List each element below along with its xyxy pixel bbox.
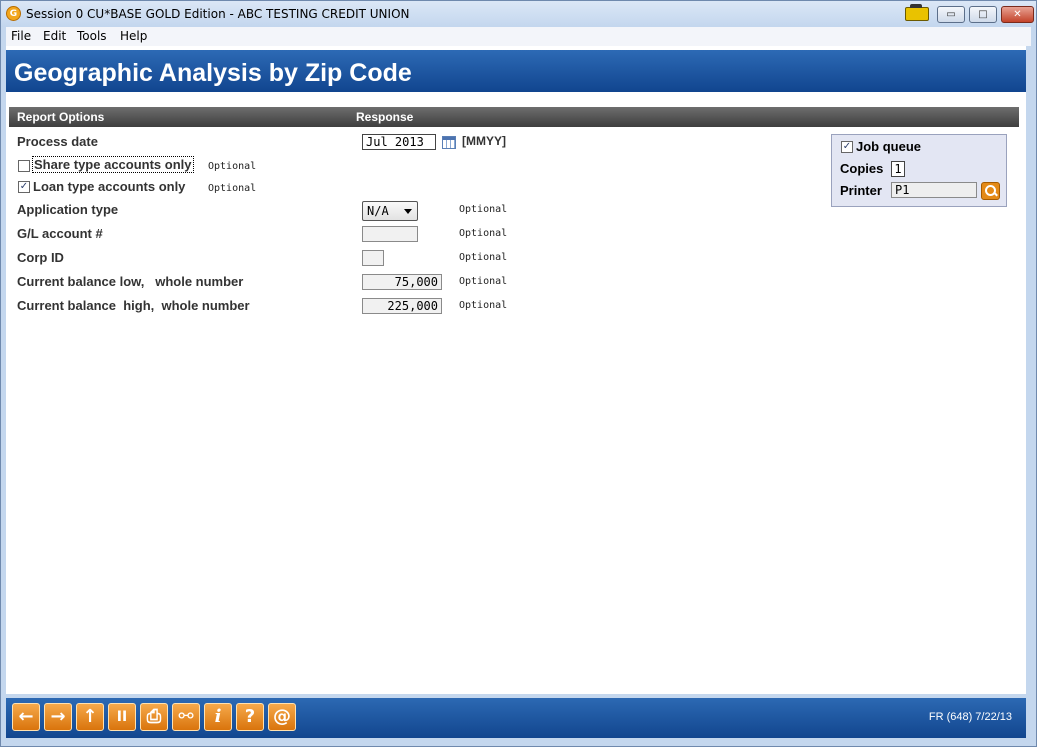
forward-arrow-icon[interactable]: → bbox=[44, 703, 72, 731]
status-text: FR (648) 7/22/13 bbox=[928, 711, 1012, 723]
balance-high-input[interactable]: 225,000 bbox=[362, 298, 442, 314]
loan-only-optional: Optional bbox=[208, 183, 257, 194]
loan-only-checkbox[interactable]: ✓ bbox=[18, 181, 30, 193]
corp-id-label: Corp ID bbox=[17, 250, 64, 265]
close-button[interactable]: ✕ bbox=[1001, 6, 1034, 23]
application-window: G Session 0 CU*BASE GOLD Edition - ABC T… bbox=[0, 0, 1037, 747]
loan-only-label[interactable]: Loan type accounts only bbox=[33, 179, 185, 194]
minimize-button[interactable]: ▭ bbox=[937, 6, 965, 23]
balance-high-optional: Optional bbox=[459, 300, 508, 311]
share-only-checkbox[interactable] bbox=[18, 160, 30, 172]
balance-low-label: Current balance low, whole number bbox=[17, 274, 244, 289]
process-date-input[interactable]: Jul 2013 bbox=[362, 134, 436, 150]
link-icon[interactable]: ⚯ bbox=[172, 703, 200, 731]
application-type-optional: Optional bbox=[459, 204, 508, 215]
pause-icon[interactable]: II bbox=[108, 703, 136, 731]
gl-account-input[interactable] bbox=[362, 226, 418, 242]
job-queue-label[interactable]: Job queue bbox=[856, 139, 921, 154]
back-arrow-icon[interactable]: ← bbox=[12, 703, 40, 731]
process-date-label: Process date bbox=[17, 134, 98, 149]
share-only-label[interactable]: Share type accounts only bbox=[32, 156, 194, 173]
printer-label: Printer bbox=[840, 183, 882, 198]
date-format-hint: [MMYY] bbox=[462, 134, 506, 148]
job-options-panel: ✓ Job queue Copies 1 Printer P1 bbox=[831, 134, 1007, 207]
corp-id-optional: Optional bbox=[459, 252, 508, 263]
menu-bar: File Edit Tools Help bbox=[6, 27, 1031, 46]
menu-edit[interactable]: Edit bbox=[43, 29, 66, 43]
copies-label: Copies bbox=[840, 161, 884, 176]
copies-input[interactable]: 1 bbox=[891, 161, 905, 177]
footer-toolbar: ← → ↑ II ⎙ ⚯ i ? @ FR (648) 7/22/13 bbox=[6, 698, 1026, 738]
print-icon[interactable]: ⎙ bbox=[140, 703, 168, 731]
printer-input[interactable]: P1 bbox=[891, 182, 977, 198]
application-type-select[interactable]: N/A bbox=[362, 201, 418, 221]
printer-status-icon[interactable] bbox=[905, 4, 929, 21]
up-arrow-icon[interactable]: ↑ bbox=[76, 703, 104, 731]
balance-low-optional: Optional bbox=[459, 276, 508, 287]
menu-file[interactable]: File bbox=[11, 29, 31, 43]
main-content: Geographic Analysis by Zip Code Report O… bbox=[6, 46, 1026, 694]
application-type-label: Application type bbox=[17, 202, 119, 217]
page-title: Geographic Analysis by Zip Code bbox=[14, 59, 412, 87]
report-options-heading: Report Options bbox=[17, 110, 105, 124]
corp-id-input[interactable] bbox=[362, 250, 384, 266]
menu-help[interactable]: Help bbox=[120, 29, 147, 43]
share-only-optional: Optional bbox=[208, 161, 257, 172]
section-header: Report Options Response bbox=[9, 107, 1019, 127]
maximize-button[interactable]: □ bbox=[969, 6, 997, 23]
page-header: Geographic Analysis by Zip Code bbox=[6, 50, 1026, 92]
help-icon[interactable]: ? bbox=[236, 703, 264, 731]
gl-account-optional: Optional bbox=[459, 228, 508, 239]
menu-tools[interactable]: Tools bbox=[77, 29, 107, 43]
application-type-value: N/A bbox=[367, 204, 389, 218]
email-icon[interactable]: @ bbox=[268, 703, 296, 731]
chevron-down-icon bbox=[404, 209, 412, 214]
info-icon[interactable]: i bbox=[204, 703, 232, 731]
calendar-icon[interactable] bbox=[442, 136, 456, 149]
window-title: Session 0 CU*BASE GOLD Edition - ABC TES… bbox=[26, 7, 410, 21]
balance-low-input[interactable]: 75,000 bbox=[362, 274, 442, 290]
gl-account-label: G/L account # bbox=[17, 226, 103, 241]
title-bar[interactable]: G Session 0 CU*BASE GOLD Edition - ABC T… bbox=[1, 1, 1036, 27]
balance-high-label: Current balance high, whole number bbox=[17, 298, 250, 313]
response-heading: Response bbox=[356, 110, 414, 124]
job-queue-checkbox[interactable]: ✓ bbox=[841, 141, 853, 153]
printer-lookup-search-icon[interactable] bbox=[981, 182, 1000, 200]
app-icon: G bbox=[6, 6, 21, 21]
